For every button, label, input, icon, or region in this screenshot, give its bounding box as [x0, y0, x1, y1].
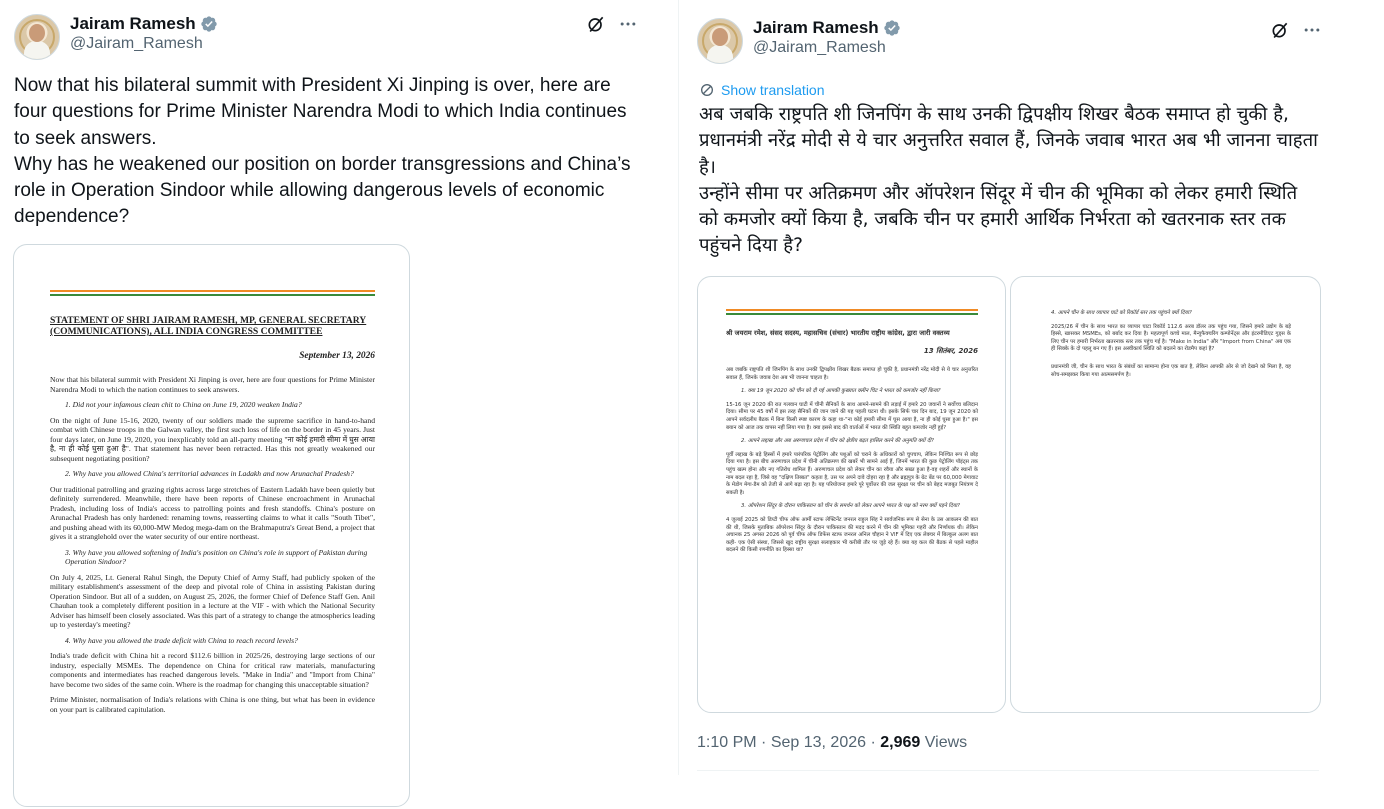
more-options-icon[interactable]: [1302, 20, 1322, 40]
verified-badge-icon: [884, 20, 900, 36]
statement-image-hindi-page-1[interactable]: श्री जयराम रमेश, संसद सदस्य, महासचिव (सं…: [697, 276, 1006, 713]
show-translation-label[interactable]: Show translation: [721, 82, 825, 98]
display-name[interactable]: Jairam Ramesh: [753, 18, 879, 38]
doc-date: 13 सितंबर, 2026: [923, 347, 978, 355]
doc-question-4: 4. Why have you allowed the trade defici…: [65, 635, 298, 645]
more-options-icon[interactable]: [618, 14, 638, 34]
doc-paragraph-4: 2025/26 में चीन के साथ भारत का व्यापार घ…: [1051, 323, 1291, 353]
doc-question-3: 3. Why have you allowed softening of Ind…: [65, 547, 368, 567]
grok-icon[interactable]: [1270, 20, 1290, 40]
avatar[interactable]: [14, 14, 60, 60]
doc-paragraph-3: 4 जुलाई 2025 को डिप्टी चीफ ऑफ आर्मी स्टा…: [726, 516, 978, 554]
tweet-right-header: Jairam Ramesh @Jairam_Ramesh: [697, 18, 901, 64]
doc-paragraph-1: 15-16 जून 2020 की रात गलवान घाटी में चीन…: [726, 401, 978, 431]
grok-icon[interactable]: [586, 14, 606, 34]
show-translation-link[interactable]: Show translation: [699, 82, 825, 98]
tweet-meta: 1:10 PM · Sep 13, 2026 · 2,969 Views: [697, 734, 967, 752]
doc-question-2: 2. आपने लद्दाख और अब अरुणाचल प्रदेश में …: [741, 438, 934, 445]
doc-paragraph-2: पूर्वी लद्दाख के बड़े हिस्सों में हमारे …: [726, 451, 978, 496]
handle[interactable]: @Jairam_Ramesh: [753, 38, 901, 58]
doc-question-3: 3. ऑपरेशन सिंदूर के दौरान पाकिस्तान को च…: [741, 503, 960, 510]
tweet-text: Now that his bilateral summit with Presi…: [14, 75, 631, 228]
doc-date: September 13, 2026: [299, 351, 375, 361]
doc-title: श्री जयराम रमेश, संसद सदस्य, महासचिव (सं…: [726, 329, 950, 337]
verified-badge-icon: [201, 16, 217, 32]
meta-separator: ·: [761, 734, 767, 751]
handle[interactable]: @Jairam_Ramesh: [70, 34, 218, 54]
doc-question-1: 1. Did not your infamous clean chit to C…: [65, 400, 302, 409]
translate-icon: [701, 84, 713, 96]
doc-intro: Now that his bilateral summit with Presi…: [50, 375, 375, 394]
doc-question-2: 2. Why have you allowed China's territor…: [65, 469, 354, 478]
meta-divider: [697, 770, 1319, 771]
tweet-left: Jairam Ramesh @Jairam_Ramesh Now that hi…: [0, 0, 660, 809]
doc-closing: Prime Minister, normalisation of India's…: [50, 695, 375, 714]
tweet-date[interactable]: Sep 13, 2026: [771, 734, 866, 751]
doc-question-4: 4. आपने चीन के साथ व्यापार घाटे को रिकॉर…: [1051, 310, 1192, 316]
doc-paragraph-2: Our traditional patrolling and grazing r…: [50, 484, 375, 542]
tricolor-stripe: [726, 309, 978, 315]
tweet-left-header: Jairam Ramesh @Jairam_Ramesh: [14, 14, 218, 60]
statement-image-hindi-page-2[interactable]: 4. आपने चीन के साथ व्यापार घाटे को रिकॉर…: [1010, 276, 1321, 713]
doc-paragraph-4: India's trade deficit with China hit a r…: [50, 651, 375, 689]
statement-image-english[interactable]: STATEMENT OF SHRI JAIRAM RAMESH, MP, GEN…: [13, 244, 410, 807]
tweet-right: Jairam Ramesh @Jairam_Ramesh Show transl…: [680, 0, 1384, 809]
avatar[interactable]: [697, 18, 743, 64]
doc-title: STATEMENT OF SHRI JAIRAM RAMESH, MP, GEN…: [50, 315, 367, 337]
tricolor-stripe: [50, 290, 375, 296]
doc-paragraph-3: On July 4, 2025, Lt. General Rahul Singh…: [50, 572, 375, 630]
column-divider: [678, 0, 679, 775]
tweet-time[interactable]: 1:10 PM: [697, 734, 757, 751]
doc-paragraph-1: On the night of June 15-16, 2020, twenty…: [50, 415, 375, 463]
meta-separator: ·: [870, 734, 876, 751]
views-count: 2,969: [880, 734, 921, 751]
views-label: Views: [924, 734, 968, 751]
tweet-text: अब जबकि राष्ट्रपति शी जिनपिंग के साथ उनक…: [699, 104, 1318, 257]
display-name[interactable]: Jairam Ramesh: [70, 14, 196, 34]
doc-question-1: 1. क्या 19 जून 2020 को चीन को दी गई आपकी…: [741, 388, 941, 395]
doc-closing: प्रधानमंत्री जी, चीन के साथ भारत के संबं…: [1051, 363, 1291, 378]
doc-intro: अब जबकि राष्ट्रपति शी जिनपिंग के साथ उनक…: [726, 367, 978, 381]
